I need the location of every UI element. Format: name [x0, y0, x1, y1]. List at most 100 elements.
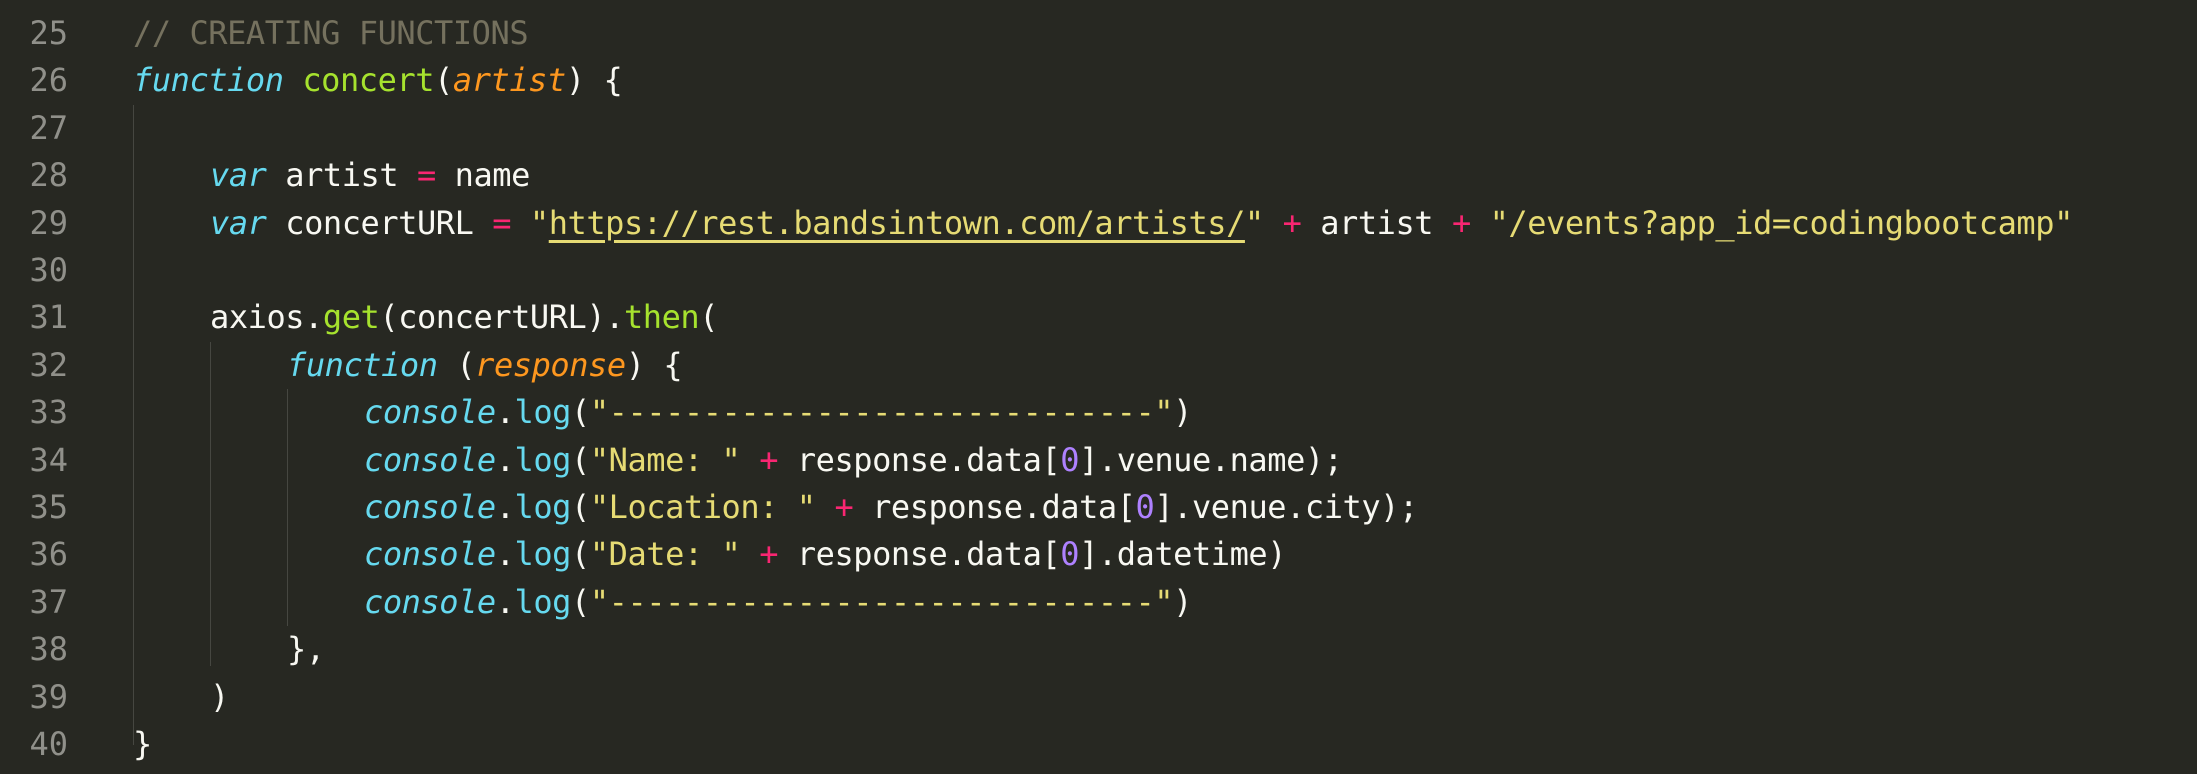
string-token: "Location: " — [589, 488, 816, 526]
keyword-token: var — [210, 156, 267, 195]
code-text[interactable]: ) — [210, 674, 229, 721]
line-number: 38 — [29, 630, 68, 669]
code-text[interactable]: function (response) { — [287, 342, 683, 389]
punctuation-token: ( — [571, 488, 590, 526]
code-line[interactable]: 32 function (response) { — [0, 342, 2197, 389]
parameter-token: artist — [452, 61, 566, 100]
code-line[interactable]: 39 ) — [0, 674, 2197, 721]
punctuation-token: ( — [571, 440, 590, 479]
keyword-token: function — [133, 61, 284, 100]
punctuation-token: ) — [210, 677, 229, 716]
code-line[interactable]: 38 }, — [0, 626, 2197, 673]
code-line[interactable]: 34 console.log("Name: " + response.data[… — [0, 437, 2197, 484]
string-token: "-----------------------------" — [589, 582, 1174, 621]
punctuation-token: ) { — [565, 61, 623, 100]
support-object-token: console — [364, 440, 496, 479]
variable-token: axios. — [210, 298, 323, 337]
code-line[interactable]: 27 — [0, 105, 2197, 152]
code-text[interactable]: var concertURL = "https://rest.bandsinto… — [210, 200, 2073, 247]
punctuation-token: . — [495, 393, 515, 432]
code-line[interactable]: 30 — [0, 247, 2197, 294]
punctuation-token: ( — [699, 298, 719, 337]
punctuation-token: ( — [437, 345, 476, 384]
code-text[interactable]: console.log("Location: " + response.data… — [364, 484, 1418, 531]
code-line[interactable]: 36 console.log("Date: " + response.data[… — [0, 531, 2197, 578]
number-token: 0 — [1060, 440, 1080, 479]
operator-token: + — [1282, 203, 1302, 242]
code-text[interactable]: console.log("Name: " + response.data[0].… — [364, 437, 1343, 484]
line-number: 36 — [29, 535, 68, 574]
code-text[interactable]: var artist = name — [210, 152, 530, 199]
variable-token: name — [435, 156, 531, 195]
code-text[interactable]: } — [133, 721, 152, 768]
line-number: 35 — [29, 488, 68, 526]
variable-token: ].venue.city); — [1154, 488, 1418, 526]
punctuation-token: . — [495, 535, 515, 574]
code-text[interactable]: function concert(artist) { — [133, 57, 623, 104]
punctuation-token: }, — [287, 630, 325, 669]
code-line[interactable]: 29 var concertURL = "https://rest.bandsi… — [0, 200, 2197, 247]
method-token: log — [514, 535, 572, 574]
code-text[interactable]: }, — [287, 626, 325, 673]
keyword-token: function — [287, 345, 438, 384]
code-line[interactable]: 35 console.log("Location: " + response.d… — [0, 484, 2197, 531]
code-editor[interactable]: 25 // CREATING FUNCTIONS 26 function con… — [0, 0, 2197, 774]
code-line[interactable]: 25 // CREATING FUNCTIONS — [0, 10, 2197, 57]
string-quote-token: " — [529, 203, 549, 242]
method-token: log — [514, 393, 572, 432]
code-text[interactable]: console.log("---------------------------… — [364, 579, 1192, 626]
variable-token: response.data[ — [853, 488, 1136, 526]
code-text[interactable]: console.log("Date: " + response.data[0].… — [364, 531, 1287, 578]
number-token: 0 — [1135, 488, 1155, 526]
operator-token: + — [834, 488, 854, 526]
variable-token: artist — [266, 156, 417, 195]
code-line[interactable]: 40 } — [0, 721, 2197, 768]
string-token: "/events?app_id=codingbootcamp" — [1489, 203, 2074, 242]
operator-token: + — [759, 440, 779, 479]
variable-token: response.data[ — [778, 535, 1061, 574]
punctuation-token: ) — [1173, 582, 1192, 621]
code-line[interactable]: 37 console.log("------------------------… — [0, 579, 2197, 626]
punctuation-token: } — [133, 725, 152, 763]
method-token: then — [623, 298, 700, 337]
url-link[interactable]: https://rest.bandsintown.com/artists/ — [549, 204, 1246, 242]
punctuation-token: ( — [434, 61, 453, 100]
line-number: 25 — [29, 14, 68, 52]
line-number: 40 — [29, 725, 68, 763]
parameter-token: response — [475, 345, 626, 384]
support-object-token: console — [364, 535, 496, 574]
operator-token: + — [1451, 203, 1471, 242]
comment-token: // CREATING FUNCTIONS — [133, 14, 529, 52]
line-number: 27 — [29, 108, 68, 147]
line-number: 39 — [29, 677, 68, 716]
code-line[interactable]: 28 var artist = name — [0, 152, 2197, 199]
support-object-token: console — [364, 393, 496, 432]
punctuation-token: ) { — [625, 345, 683, 384]
code-text[interactable]: console.log("---------------------------… — [364, 389, 1192, 436]
line-number: 31 — [29, 298, 68, 337]
punctuation-token: ( — [571, 582, 590, 621]
method-token: log — [514, 440, 572, 479]
string-token: "-----------------------------" — [589, 393, 1174, 432]
code-text[interactable]: axios.get(concertURL).then( — [210, 294, 719, 341]
line-number: 37 — [29, 582, 68, 621]
line-number: 30 — [29, 251, 68, 289]
line-number: 33 — [29, 393, 68, 432]
method-token: get — [322, 298, 380, 337]
string-token: "Name: " — [589, 440, 741, 479]
code-line[interactable]: 33 console.log("------------------------… — [0, 389, 2197, 436]
code-text[interactable]: // CREATING FUNCTIONS — [133, 10, 529, 57]
punctuation-token: ( — [571, 393, 590, 432]
code-line[interactable]: 31 axios.get(concertURL).then( — [0, 294, 2197, 341]
code-line[interactable]: 26 function concert(artist) { — [0, 57, 2197, 104]
string-quote-token: " — [1244, 203, 1264, 242]
variable-token: concertURL — [266, 203, 493, 242]
punctuation-token: . — [495, 582, 515, 621]
variable-token: ].venue.name); — [1079, 440, 1343, 479]
